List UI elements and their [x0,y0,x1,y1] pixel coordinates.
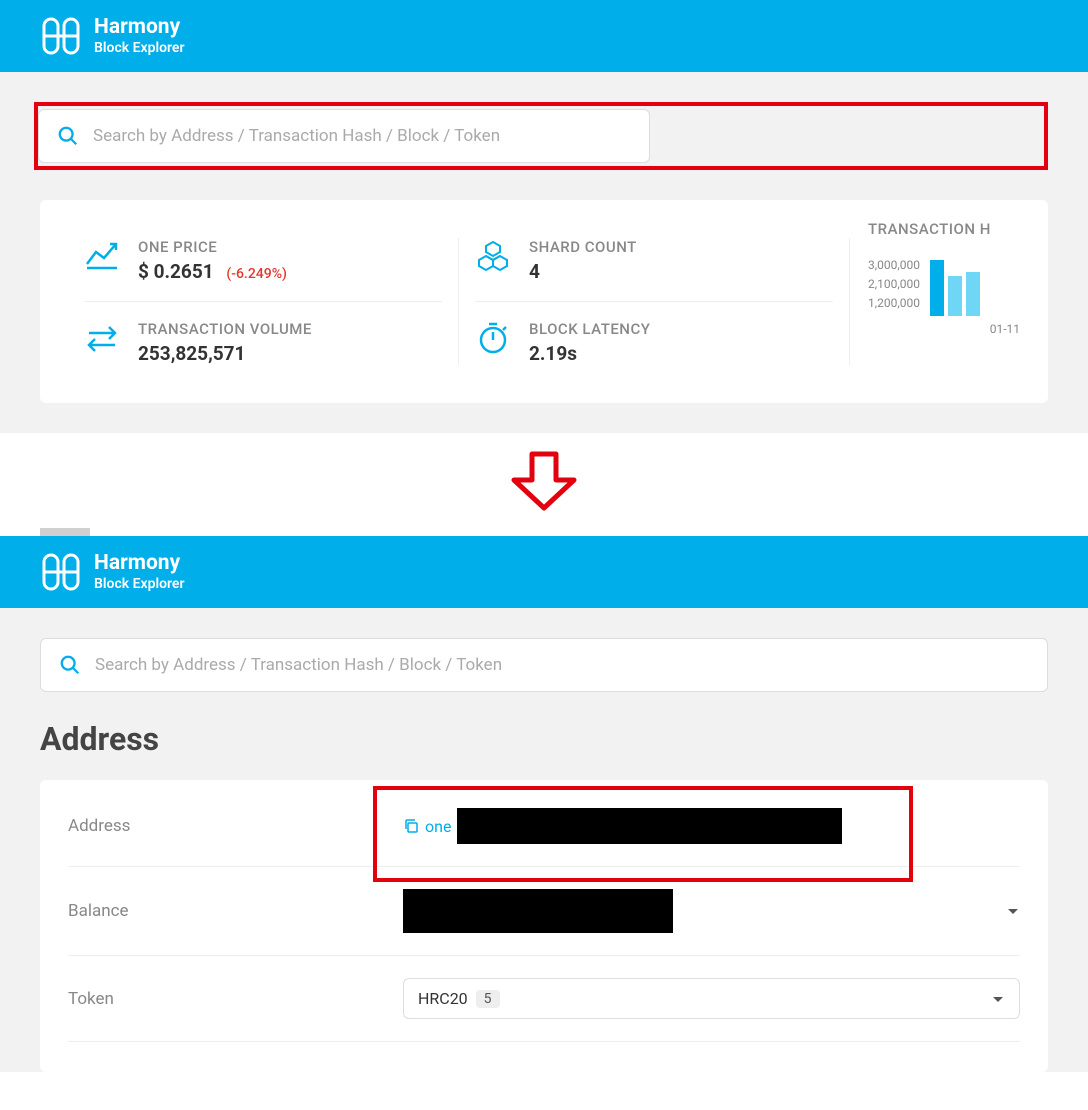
chart-y-axis: 3,000,000 2,100,000 1,200,000 [868,256,920,316]
stat-value: 253,825,571 [138,342,312,365]
stat-label: ONE PRICE [138,238,287,256]
token-type: HRC20 [418,989,468,1008]
brand-subtitle: Block Explorer [94,40,185,57]
row-token: Token HRC20 5 [68,956,1020,1042]
chart-bar [930,260,944,316]
stat-value: 4 [529,260,637,283]
harmony-logo-icon [40,15,82,57]
search-input[interactable] [93,126,631,146]
address-prefix: one [425,817,451,836]
stat-block-latency: BLOCK LATENCY 2.19s [475,301,833,383]
down-arrow-icon [504,446,584,516]
chevron-down-icon[interactable] [1006,904,1020,918]
chevron-down-icon [991,992,1005,1006]
stopwatch-icon [475,320,511,356]
search-icon [57,125,79,147]
redacted-address [457,808,842,844]
chart-bars [930,256,980,316]
chart-bar [948,276,962,316]
search-bar[interactable] [38,109,650,163]
brand-subtitle: Block Explorer [94,576,185,593]
stat-label: BLOCK LATENCY [529,320,650,338]
search-input[interactable] [95,655,1029,675]
page-title: Address [40,720,1048,758]
row-balance: Balance [68,867,1020,956]
transaction-chart: TRANSACTION H 3,000,000 2,100,000 1,200,… [850,220,1020,383]
search-bar[interactable] [40,638,1048,692]
chart-title: TRANSACTION H [868,220,1020,238]
stat-one-price: ONE PRICE $ 0.2651 (-6.249%) [84,220,442,301]
stat-value: 2.19s [529,342,650,365]
stats-card: ONE PRICE $ 0.2651 (-6.249%) TRANSACTION… [40,200,1048,403]
stat-label: TRANSACTION VOLUME [138,320,312,338]
row-label: Balance [68,901,403,921]
app-header: Harmony Block Explorer [0,0,1088,72]
brand[interactable]: Harmony Block Explorer [40,15,185,57]
copy-icon[interactable] [403,818,419,834]
address-detail-card: Address one Balance Token [40,780,1048,1072]
chart-x-label: 01-11 [868,322,1020,336]
stat-tx-volume: TRANSACTION VOLUME 253,825,571 [84,301,442,383]
stat-value: $ 0.2651 (-6.249%) [138,260,287,283]
highlight-box-search [34,102,1048,170]
trend-up-icon [84,238,120,274]
swap-icon [84,320,120,356]
stat-label: SHARD COUNT [529,238,637,256]
stat-change: (-6.249%) [226,266,287,282]
redacted-balance [403,889,673,933]
brand[interactable]: Harmony Block Explorer [40,551,185,593]
chart-bar [966,272,980,316]
brand-title: Harmony [94,551,185,576]
row-label: Token [68,989,403,1009]
brand-title: Harmony [94,15,185,40]
row-address: Address one [68,786,1020,867]
row-label: Address [68,816,403,836]
arrow-annotation [0,433,1088,528]
scrollbar-hint [0,528,1088,536]
app-header: Harmony Block Explorer [0,536,1088,608]
cubes-icon [475,238,511,274]
token-select[interactable]: HRC20 5 [403,978,1020,1019]
search-icon [59,654,81,676]
stat-shard-count: SHARD COUNT 4 [475,220,833,301]
token-count-badge: 5 [476,990,500,1008]
harmony-logo-icon [40,551,82,593]
